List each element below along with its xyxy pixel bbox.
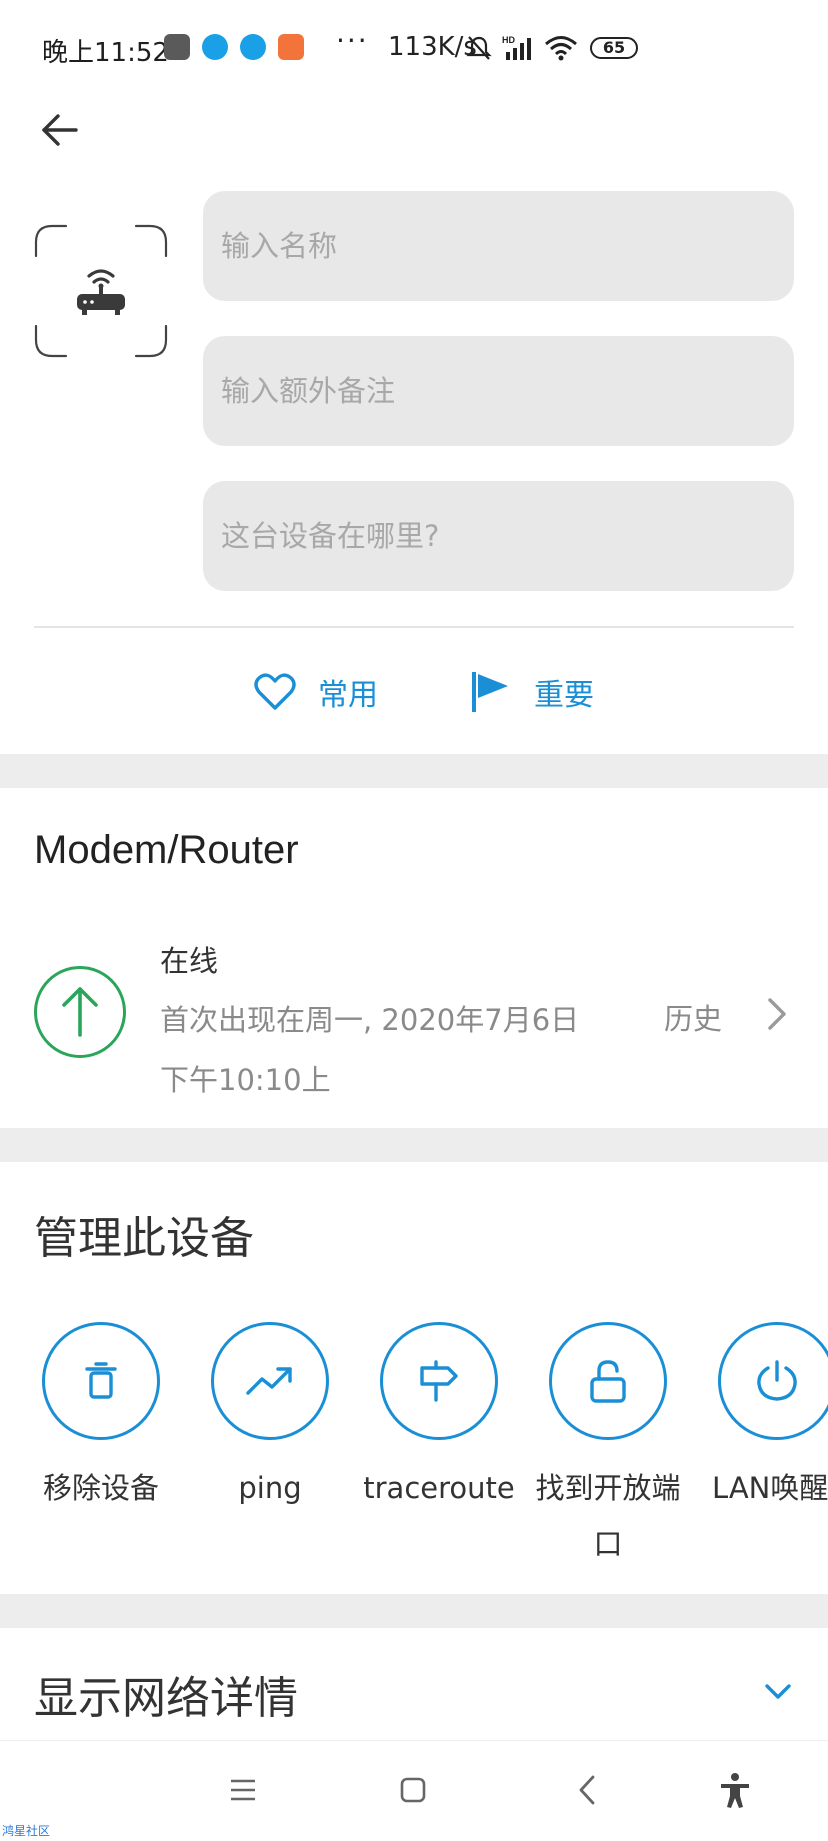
watermark-text: 鸿星社区 <box>2 1824 51 1838</box>
blue-bubble-icon <box>240 34 266 60</box>
router-icon[interactable] <box>34 224 168 358</box>
home-square-icon[interactable] <box>393 1770 433 1810</box>
blue-bubble-icon <box>202 34 228 60</box>
trash-icon <box>85 1362 117 1399</box>
remove-device-button[interactable] <box>42 1322 160 1440</box>
svg-text:HD: HD <box>502 35 515 45</box>
open-ports-button[interactable] <box>549 1322 667 1440</box>
first-seen-text: 首次出现在周一, 2020年7月6日 下午10:10上 <box>160 1003 580 1097</box>
wifi-icon <box>545 36 577 61</box>
device-type-title: Modem/Router <box>34 828 299 872</box>
remove-device-label: 移除设备 <box>42 1471 159 1505</box>
wake-on-lan-label: LAN唤醒 <box>712 1471 828 1505</box>
unlock-icon <box>590 1360 626 1403</box>
arrow-up-icon <box>62 987 98 1037</box>
signpost-icon <box>420 1360 458 1402</box>
chevron-down-icon[interactable] <box>762 1676 794 1708</box>
device-name-input[interactable] <box>203 191 794 301</box>
favorite-button[interactable]: 常用 <box>254 664 378 720</box>
ping-label: ping <box>238 1471 302 1505</box>
device-note-input[interactable] <box>203 336 794 446</box>
heart-icon <box>254 673 296 710</box>
status-time: 晚上11:52 <box>42 38 169 68</box>
divider <box>34 626 794 628</box>
network-details-title[interactable]: 显示网络详情 <box>34 1662 298 1726</box>
chevron-right-icon[interactable] <box>762 994 792 1034</box>
important-button[interactable]: 重要 <box>470 664 594 720</box>
trend-up-icon <box>246 1367 292 1395</box>
mute-bell-icon <box>466 36 492 60</box>
arrow-left-icon[interactable] <box>38 108 82 152</box>
menu-icon[interactable] <box>223 1770 263 1810</box>
online-status-icon <box>34 966 126 1058</box>
mi-orange-icon <box>278 34 304 60</box>
hd-signal-icon: HD <box>502 35 531 60</box>
status-more: ··· <box>336 24 369 57</box>
flag-icon <box>472 672 508 712</box>
traceroute-label: traceroute <box>363 1471 515 1505</box>
manage-title: 管理此设备 <box>34 1213 254 1264</box>
power-icon <box>757 1360 797 1401</box>
ping-button[interactable] <box>211 1322 329 1440</box>
battery-icon: 65 <box>590 37 638 59</box>
back-chevron-icon[interactable] <box>568 1770 608 1810</box>
favorite-label: 常用 <box>318 678 378 713</box>
wake-on-lan-button[interactable] <box>718 1322 828 1440</box>
accessibility-icon[interactable] <box>715 1770 755 1810</box>
online-status-text: 在线 <box>160 944 219 978</box>
open-ports-label: 找到开放端口 <box>535 1471 681 1561</box>
history-link[interactable]: 历史 <box>664 996 722 1038</box>
mi-app-icon <box>164 34 190 60</box>
important-label: 重要 <box>534 678 594 713</box>
device-location-input[interactable] <box>203 481 794 591</box>
traceroute-button[interactable] <box>380 1322 498 1440</box>
network-speed: 113K/s <box>388 32 477 62</box>
